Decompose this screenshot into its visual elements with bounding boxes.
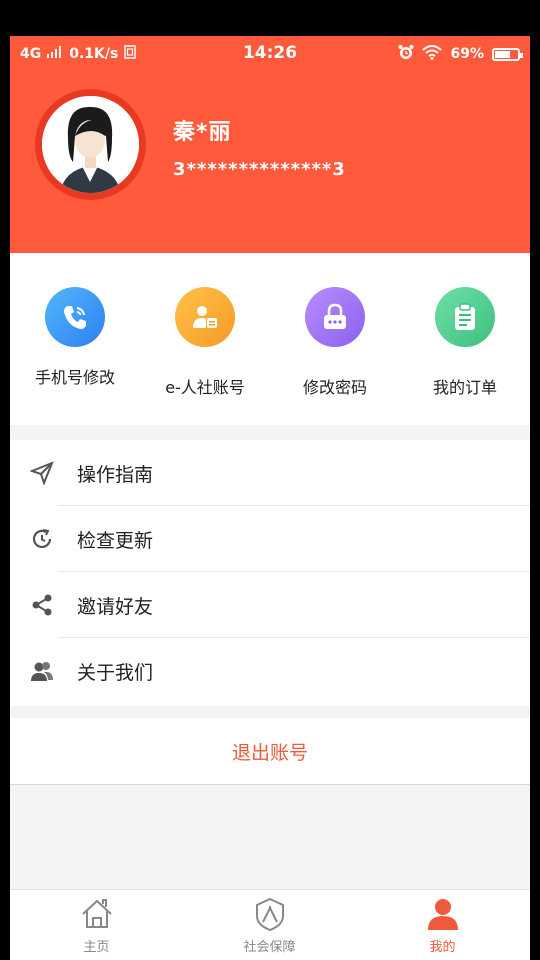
wifi-icon — [422, 44, 443, 64]
tab-home[interactable]: 主页 — [10, 890, 183, 960]
logout-button[interactable]: 退出账号 — [10, 718, 530, 785]
alarm-icon — [398, 44, 414, 64]
quick-action-change-password[interactable]: 修改密码 — [270, 253, 400, 425]
home-icon — [82, 899, 112, 928]
avatar[interactable] — [35, 89, 146, 200]
phone-icon — [45, 287, 105, 347]
lock-icon — [305, 287, 365, 347]
menu-item-guide[interactable]: 操作指南 — [10, 440, 530, 506]
people-icon — [30, 659, 54, 683]
tab-label: 我的 — [429, 940, 456, 955]
quick-action-e-account[interactable]: e-人社账号 — [140, 253, 270, 425]
tab-label: 社会保障 — [243, 940, 296, 955]
user-icon — [428, 899, 458, 930]
quick-action-label: 手机号修改 — [34, 368, 115, 387]
clipboard-icon — [435, 287, 495, 347]
logout-label: 退出账号 — [231, 742, 308, 764]
compass-icon — [29, 461, 54, 486]
menu-item-label: 邀请好友 — [77, 596, 154, 618]
refresh-clock-icon — [30, 527, 54, 551]
person-card-icon — [175, 287, 235, 347]
menu-item-invite-friends[interactable]: 邀请好友 — [10, 572, 530, 638]
share-icon — [30, 593, 54, 617]
tab-label: 主页 — [83, 940, 110, 955]
quick-action-my-orders[interactable]: 我的订单 — [400, 253, 530, 425]
menu-item-check-update[interactable]: 检查更新 — [10, 506, 530, 572]
menu-item-label: 检查更新 — [77, 530, 154, 552]
menu-item-label: 操作指南 — [77, 464, 154, 486]
bottom-nav: 主页 社会保障 我的 — [10, 889, 530, 960]
user-name: 秦*丽 — [173, 120, 232, 145]
user-id-number: 3**************3 — [173, 159, 346, 180]
avatar-image — [42, 96, 139, 193]
tab-social-security[interactable]: 社会保障 — [183, 890, 356, 960]
menu-item-label: 关于我们 — [77, 662, 154, 684]
quick-action-label: 我的订单 — [432, 378, 497, 397]
battery-fill — [495, 50, 510, 58]
tab-mine[interactable]: 我的 — [356, 890, 529, 960]
shield-person-icon — [256, 897, 284, 932]
settings-menu: 操作指南 检查更新 邀请好友 关于我们 — [10, 440, 530, 706]
quick-actions: 手机号修改 e-人社账号 修改密码 我的订单 — [10, 253, 530, 425]
battery-icon — [492, 47, 523, 61]
battery-percent: 69% — [450, 46, 484, 62]
quick-action-change-phone[interactable]: 手机号修改 — [10, 253, 140, 425]
quick-action-label: e-人社账号 — [165, 378, 245, 397]
menu-item-about-us[interactable]: 关于我们 — [10, 638, 530, 704]
status-right: 69% — [398, 44, 523, 64]
quick-action-label: 修改密码 — [302, 378, 367, 397]
profile-header: 秦*丽 3**************3 — [10, 70, 530, 253]
status-bar: 4G 0.1K/s 14:26 69% — [10, 36, 530, 70]
screen: 4G 0.1K/s 14:26 69% 秦*丽 3**************3… — [10, 36, 530, 960]
